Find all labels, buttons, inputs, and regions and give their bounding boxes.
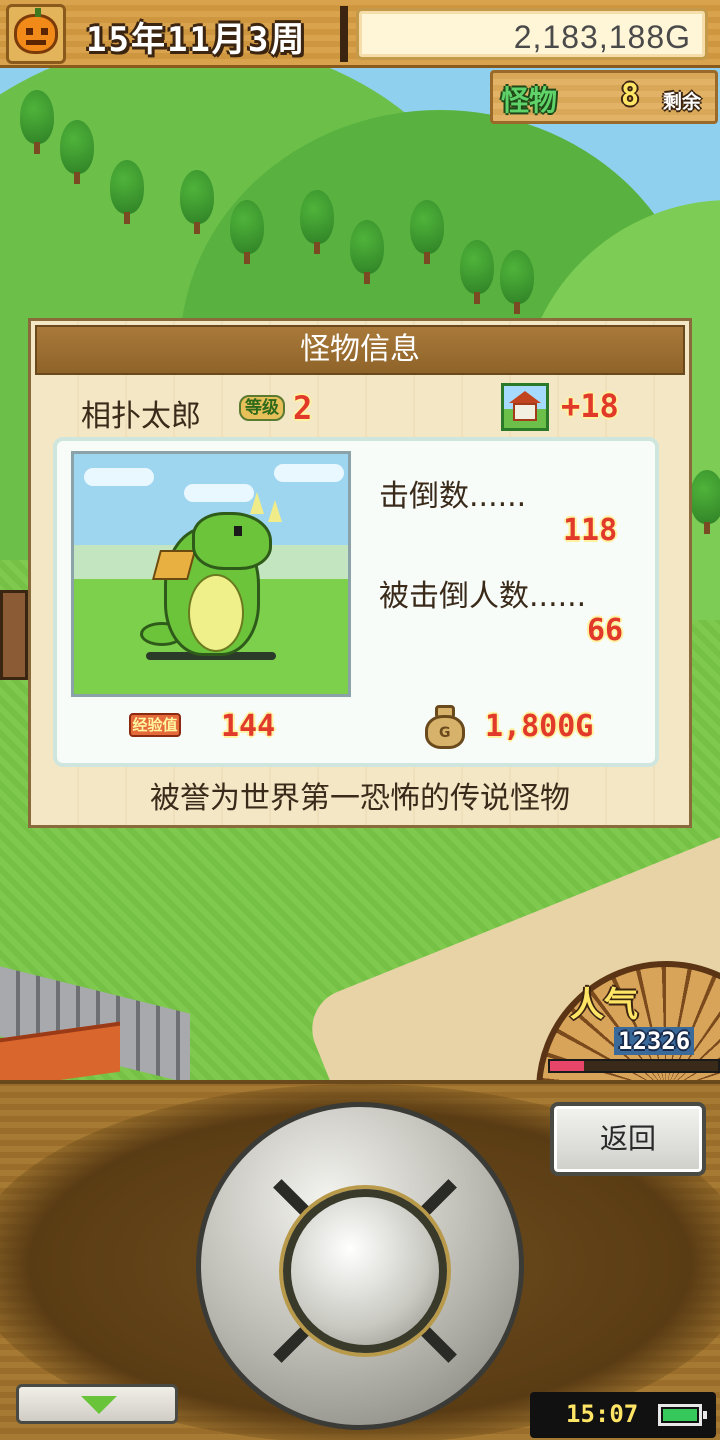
town-icon <box>501 383 549 431</box>
monster-stats-card: 击倒数...... 118 被击倒人数...... 66 经验值 144 G 1… <box>53 437 659 767</box>
pumpkin-icon <box>14 8 58 54</box>
exp-value: 144 <box>221 709 276 744</box>
tree <box>500 250 534 314</box>
tree <box>60 120 94 184</box>
exp-badge: 经验值 <box>129 713 181 737</box>
tree <box>350 220 384 284</box>
popularity-gauge: 人气 12326 <box>530 955 720 1085</box>
divider <box>340 6 348 62</box>
game-date: 15年11月3周 <box>86 20 307 60</box>
level-value: 2 <box>293 389 313 427</box>
monster-description: 被誉为世界第一恐怖的传说怪物 <box>150 781 570 816</box>
direction-pad[interactable] <box>196 1102 524 1430</box>
money-display: 2,183,188G <box>356 8 708 60</box>
tree <box>300 190 334 254</box>
town-bonus-value: +18 <box>561 387 619 425</box>
monster-counter-label: 怪物 <box>501 84 558 117</box>
tree <box>690 470 720 534</box>
tree <box>20 90 54 154</box>
controller-panel: 返回 15:07 <box>0 1080 720 1440</box>
panel-title: 怪物信息 <box>35 325 685 375</box>
monster-info-panel: 怪物信息 相扑太郎 等级 2 +18 击倒数...... 118 被击倒人数..… <box>28 318 692 828</box>
cart <box>0 590 28 680</box>
top-bar: 15年11月3周 2,183,188G <box>0 0 720 68</box>
dpad-center-button[interactable] <box>283 1189 447 1353</box>
popularity-value: 12326 <box>614 1027 695 1055</box>
tree <box>110 160 144 224</box>
back-button[interactable]: 返回 <box>550 1102 706 1176</box>
tree <box>180 170 214 234</box>
scroll-down-button[interactable] <box>16 1384 178 1424</box>
tree <box>410 200 444 264</box>
tree <box>460 240 494 304</box>
menu-button[interactable] <box>6 4 66 64</box>
knocked-out-label: 被击倒人数...... <box>379 579 587 614</box>
money-amount: 2,183,188G <box>513 19 691 55</box>
monster-counter: 怪物 8 剩余 <box>490 70 718 124</box>
level-badge: 等级 <box>239 395 285 421</box>
popularity-bar <box>548 1059 720 1073</box>
status-clock: 15:07 <box>530 1392 716 1438</box>
money-bag-icon: G <box>423 703 467 749</box>
defeated-value: 118 <box>563 513 618 548</box>
monster-counter-value: 8 <box>621 78 640 113</box>
battery-icon <box>658 1404 707 1426</box>
popularity-label: 人气 <box>570 985 638 1025</box>
clock-time: 15:07 <box>566 1400 639 1428</box>
monster-counter-suffix: 剩余 <box>663 91 702 113</box>
defeated-label: 击倒数...... <box>379 479 527 514</box>
monster-name: 相扑太郎 <box>81 399 201 434</box>
tree <box>230 200 264 264</box>
monster-portrait <box>71 451 351 697</box>
knocked-out-value: 66 <box>587 613 624 648</box>
reward-value: 1,800G <box>485 709 594 744</box>
down-arrow-icon <box>81 1396 117 1414</box>
